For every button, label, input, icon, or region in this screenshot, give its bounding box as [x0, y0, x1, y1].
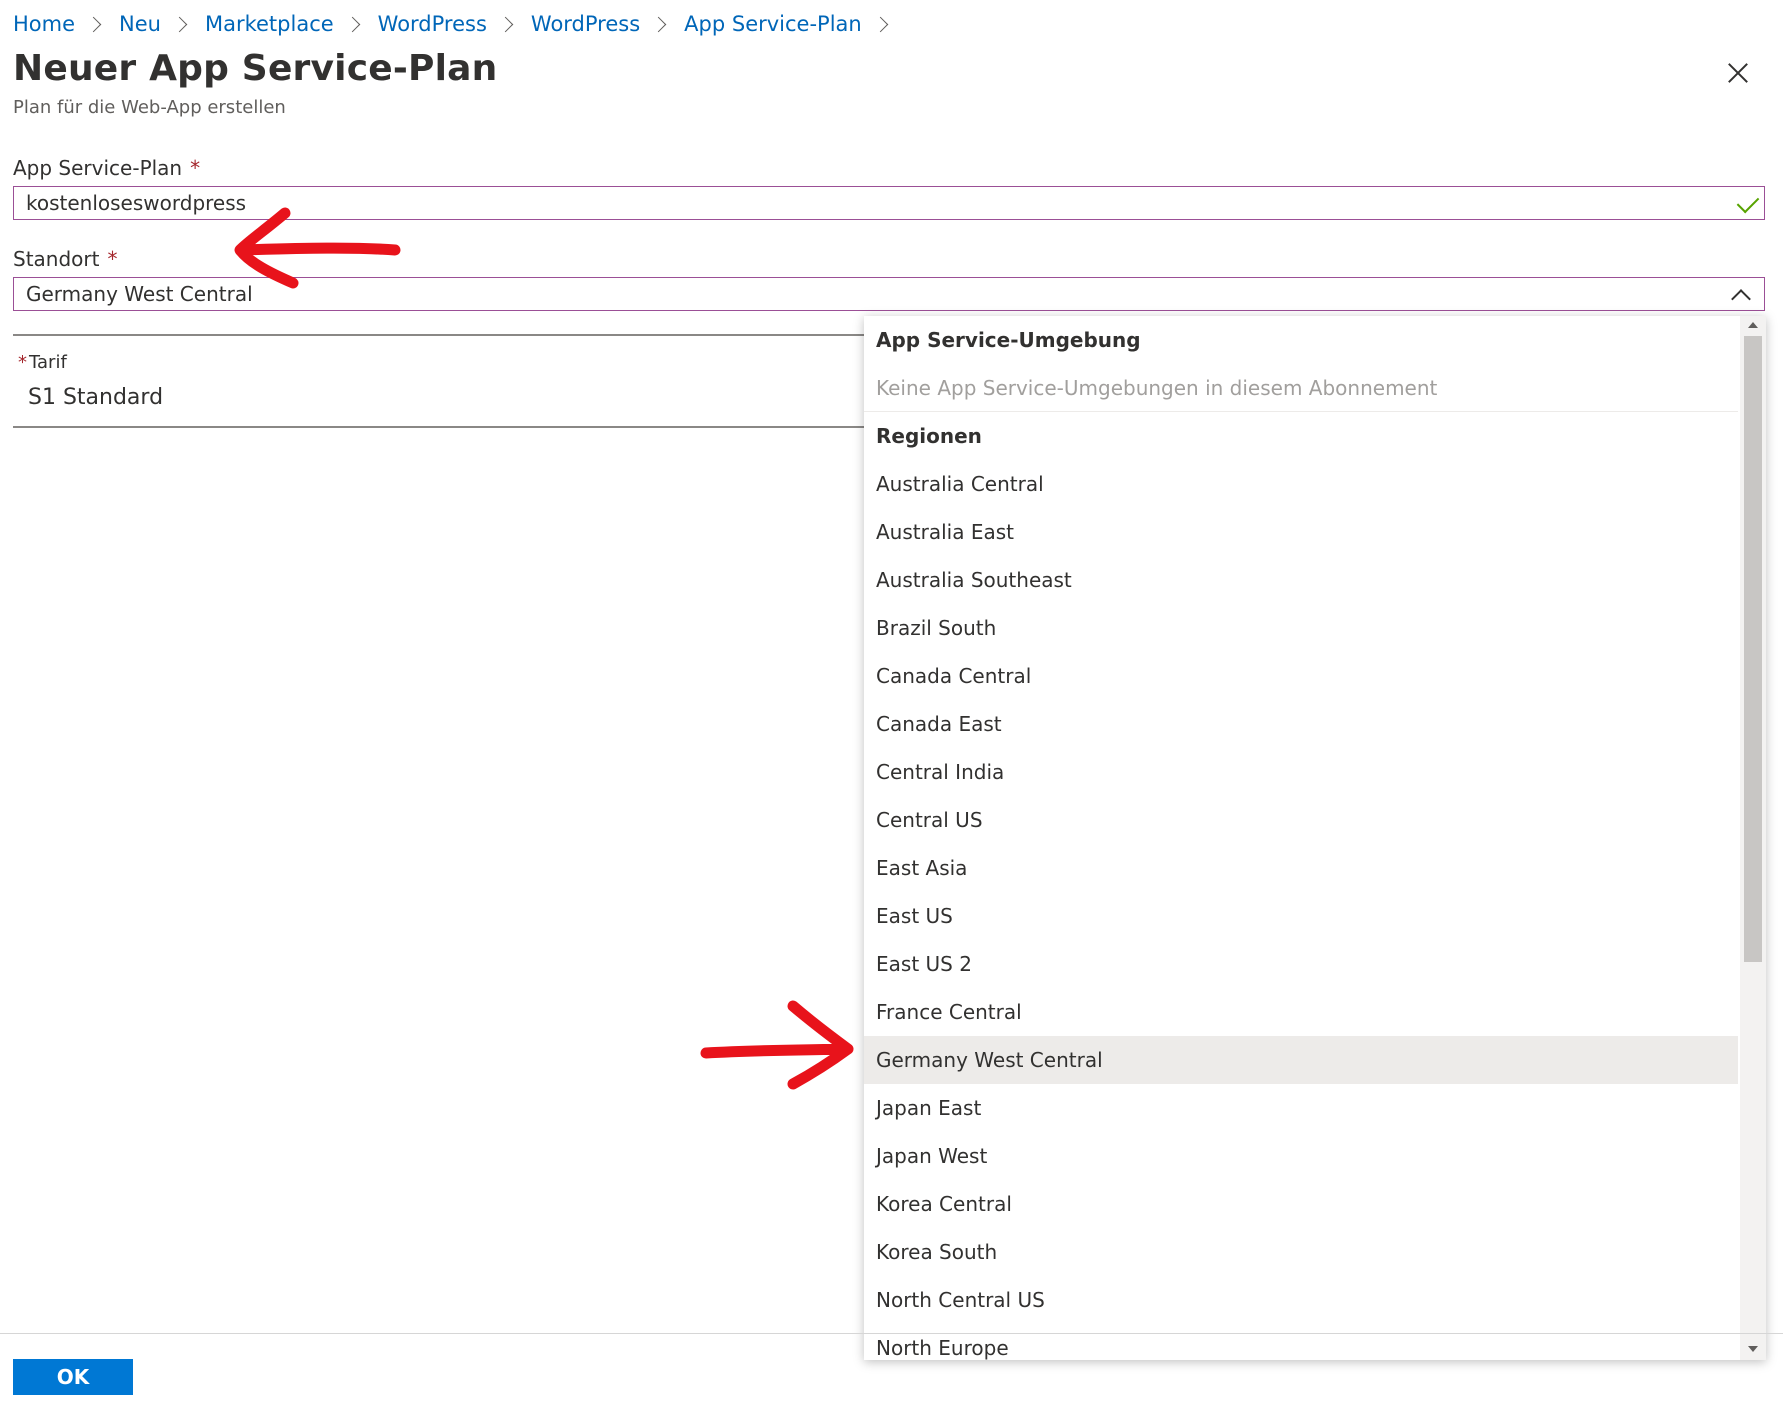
option-australia-central[interactable]: Australia Central [864, 460, 1738, 508]
tier-value[interactable]: S1 Standard [28, 385, 163, 410]
dropdown-scrollbar[interactable] [1740, 316, 1766, 1360]
divider [13, 426, 865, 428]
option-east-us[interactable]: East US [864, 892, 1738, 940]
location-label: Standort * [13, 247, 117, 271]
option-east-us-2[interactable]: East US 2 [864, 940, 1738, 988]
chevron-right-icon [171, 16, 188, 32]
required-mark: * [18, 352, 27, 373]
location-label-text: Standort [13, 247, 100, 271]
tier-label: * Tarif [18, 352, 67, 373]
option-brazil-south[interactable]: Brazil South [864, 604, 1738, 652]
group-header-ase: App Service-Umgebung [876, 328, 1141, 352]
scroll-down-icon[interactable] [1748, 1346, 1758, 1352]
ok-button[interactable]: OK [13, 1359, 133, 1395]
option-canada-central[interactable]: Canada Central [864, 652, 1738, 700]
location-select-value: Germany West Central [26, 282, 253, 306]
breadcrumb-wordpress-1[interactable]: WordPress [378, 12, 487, 36]
page-title: Neuer App Service-Plan [13, 48, 498, 89]
option-canada-east[interactable]: Canada East [864, 700, 1738, 748]
plan-label: App Service-Plan * [13, 156, 200, 180]
annotation-arrow-right [700, 1000, 854, 1090]
plan-name-input[interactable]: kostenloseswordpress [13, 186, 1765, 220]
chevron-right-icon [650, 16, 667, 32]
option-korea-central[interactable]: Korea Central [864, 1180, 1738, 1228]
chevron-right-icon [497, 16, 514, 32]
breadcrumb-marketplace[interactable]: Marketplace [205, 12, 334, 36]
breadcrumb-app-service-plan[interactable]: App Service-Plan [684, 12, 862, 36]
scroll-up-icon[interactable] [1748, 322, 1758, 328]
option-korea-south[interactable]: Korea South [864, 1228, 1738, 1276]
required-mark: * [190, 156, 201, 180]
checkmark-icon [1736, 190, 1760, 214]
option-japan-west[interactable]: Japan West [864, 1132, 1738, 1180]
chevron-right-icon [872, 16, 889, 32]
scrollbar-thumb[interactable] [1744, 336, 1762, 962]
location-dropdown[interactable]: App Service-Umgebung Keine App Service-U… [864, 316, 1766, 1360]
breadcrumb: Home Neu Marketplace WordPress WordPress… [13, 8, 906, 40]
breadcrumb-wordpress-2[interactable]: WordPress [531, 12, 640, 36]
option-east-asia[interactable]: East Asia [864, 844, 1738, 892]
option-central-india[interactable]: Central India [864, 748, 1738, 796]
divider [13, 334, 865, 336]
close-icon[interactable] [1723, 58, 1753, 88]
page-subtitle: Plan für die Web-App erstellen [13, 97, 286, 118]
location-select[interactable]: Germany West Central [13, 277, 1765, 311]
empty-ase-message: Keine App Service-Umgebungen in diesem A… [864, 364, 1738, 412]
option-australia-southeast[interactable]: Australia Southeast [864, 556, 1738, 604]
option-central-us[interactable]: Central US [864, 796, 1738, 844]
breadcrumb-neu[interactable]: Neu [119, 12, 161, 36]
chevron-right-icon [85, 16, 102, 32]
breadcrumb-home[interactable]: Home [13, 12, 75, 36]
chevron-right-icon [344, 16, 360, 32]
plan-label-text: App Service-Plan [13, 156, 183, 180]
tier-label-text: Tarif [29, 352, 67, 373]
option-north-central-us[interactable]: North Central US [864, 1276, 1738, 1324]
location-options: App Service-Umgebung Keine App Service-U… [864, 316, 1738, 1360]
footer-divider [0, 1333, 1783, 1334]
group-header-regions: Regionen [876, 424, 982, 448]
option-north-europe[interactable]: North Europe [864, 1324, 1738, 1360]
chevron-up-icon[interactable] [1731, 289, 1751, 309]
plan-name-value: kostenloseswordpress [26, 191, 247, 215]
option-japan-east[interactable]: Japan East [864, 1084, 1738, 1132]
option-germany-west-central[interactable]: Germany West Central [864, 1036, 1738, 1084]
required-mark: * [107, 247, 118, 271]
option-france-central[interactable]: France Central [864, 988, 1738, 1036]
option-australia-east[interactable]: Australia East [864, 508, 1738, 556]
